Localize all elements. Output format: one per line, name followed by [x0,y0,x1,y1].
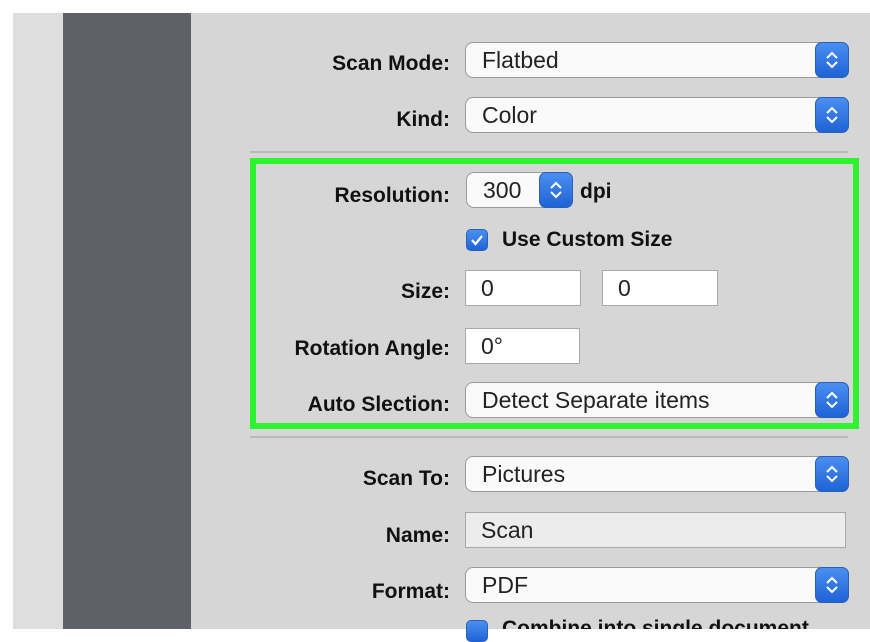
scan-mode-popup[interactable]: Flatbed [465,42,849,78]
section-divider [250,151,848,153]
kind-value: Color [482,102,537,128]
use-custom-size-label: Use Custom Size [502,228,673,251]
kind-popup[interactable]: Color [465,97,849,133]
scan-to-label: Scan To: [362,467,450,490]
size-label: Size: [400,280,450,303]
combine-label: Combine into single document [502,617,809,629]
format-value: PDF [482,572,528,598]
rotation-angle-field[interactable]: 0° [465,328,580,364]
scan-to-value: Pictures [482,461,566,487]
scan-mode-label: Scan Mode: [332,52,450,75]
name-field[interactable]: Scan [465,512,846,548]
chevron-updown-icon [815,42,849,78]
rotation-angle-label: Rotation Angle: [294,337,450,360]
auto-selection-label: Auto Slection: [307,393,450,416]
name-label: Name: [385,524,450,547]
resolution-value: 300 [483,177,522,203]
kind-label: Kind: [396,108,450,131]
format-label: Format: [371,580,450,603]
scan-mode-value: Flatbed [482,47,559,73]
auto-selection-popup[interactable]: Detect Separate items [465,382,849,418]
chevron-updown-icon [815,97,849,133]
resolution-label: Resolution: [334,184,451,207]
chevron-updown-icon [539,172,573,208]
size-width-field[interactable]: 0 [465,270,581,306]
checkmark-icon [471,235,483,246]
use-custom-size-checkbox[interactable] [466,229,488,251]
combine-checkbox[interactable] [466,620,488,642]
size-height-field[interactable]: 0 [602,270,718,306]
section-divider [250,436,848,438]
chevron-updown-icon [815,382,849,418]
auto-selection-value: Detect Separate items [482,387,710,413]
chevron-updown-icon [815,456,849,492]
scan-to-popup[interactable]: Pictures [465,456,849,492]
chevron-updown-icon [815,567,849,603]
format-popup[interactable]: PDF [465,567,849,603]
resolution-popup[interactable]: 300 [466,172,573,208]
resolution-unit: dpi [580,180,612,203]
